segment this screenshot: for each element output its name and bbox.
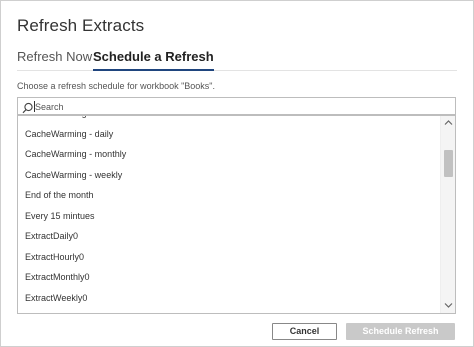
schedule-list-item[interactable]: ExtractHourly0 bbox=[18, 247, 440, 268]
scroll-up-button[interactable] bbox=[441, 116, 455, 130]
tab-schedule-a-refresh[interactable]: Schedule a Refresh bbox=[93, 49, 214, 71]
schedule-list-item[interactable]: ExtractDaily0 bbox=[18, 226, 440, 247]
schedule-list-item[interactable]: CacheWarming - weekly bbox=[18, 165, 440, 186]
schedule-list-item[interactable]: Every 15 mintues bbox=[18, 206, 440, 227]
instruction-text: Choose a refresh schedule for workbook "… bbox=[17, 81, 215, 91]
search-input[interactable] bbox=[35, 99, 445, 114]
cancel-button[interactable]: Cancel bbox=[272, 323, 337, 340]
schedule-list-item[interactable]: CacheWarming - Caboose bbox=[18, 116, 440, 124]
tab-bar: Refresh Now Schedule a Refresh bbox=[17, 49, 457, 71]
schedule-list[interactable]: CacheWarming - CabooseCacheWarming - dai… bbox=[17, 115, 456, 314]
schedule-list-item[interactable]: CacheWarming - monthly bbox=[18, 144, 440, 165]
tab-refresh-now[interactable]: Refresh Now bbox=[17, 49, 92, 71]
search-icon bbox=[22, 101, 34, 114]
list-scrollbar[interactable] bbox=[440, 116, 455, 313]
refresh-extracts-dialog: Refresh Extracts Refresh Now Schedule a … bbox=[0, 0, 474, 347]
chevron-up-icon bbox=[444, 120, 453, 125]
schedule-refresh-button[interactable]: Schedule Refresh bbox=[346, 323, 455, 340]
search-box[interactable] bbox=[17, 97, 456, 115]
chevron-down-icon bbox=[444, 303, 453, 308]
scrollbar-thumb[interactable] bbox=[444, 150, 453, 177]
dialog-title: Refresh Extracts bbox=[17, 16, 145, 35]
schedule-list-items: CacheWarming - CabooseCacheWarming - dai… bbox=[18, 116, 440, 309]
schedule-list-item[interactable]: CacheWarming - daily bbox=[18, 124, 440, 145]
schedule-list-item[interactable]: End of the month bbox=[18, 185, 440, 206]
schedule-list-item[interactable]: ExtractWeekly0 bbox=[18, 288, 440, 309]
scroll-down-button[interactable] bbox=[441, 299, 455, 313]
schedule-list-item[interactable]: ExtractMonthly0 bbox=[18, 267, 440, 288]
